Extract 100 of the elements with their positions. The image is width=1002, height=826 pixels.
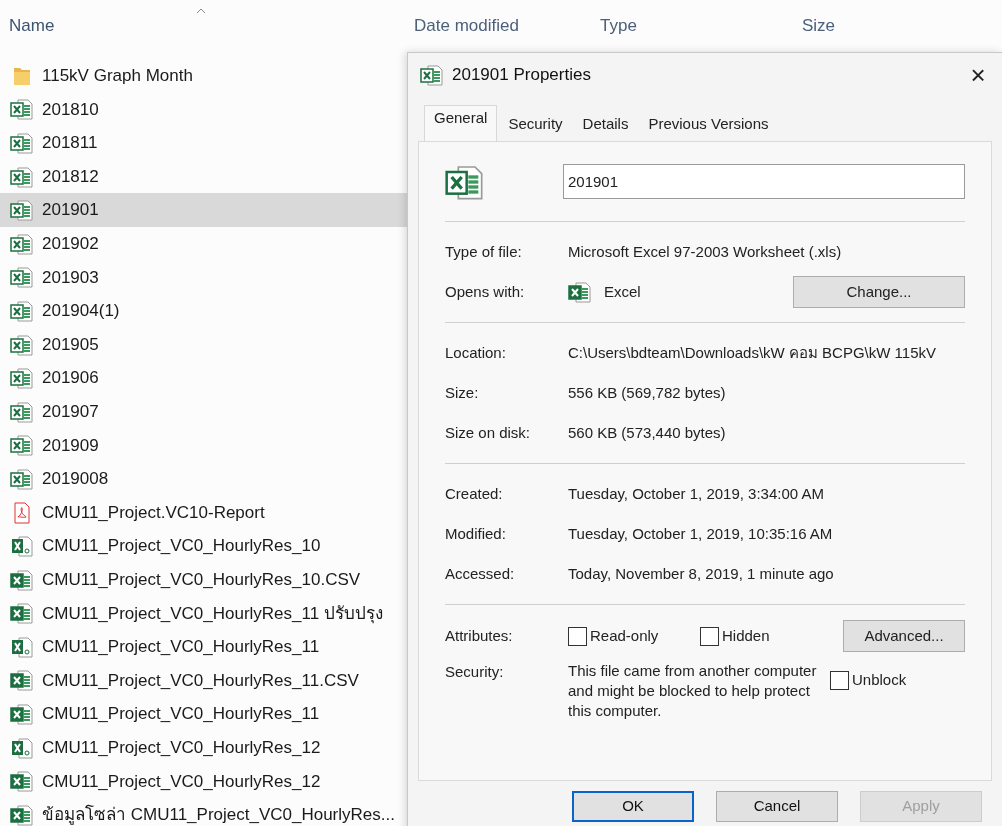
sort-caret-icon <box>196 8 206 14</box>
tab[interactable]: General <box>424 105 498 141</box>
file-name: 201905 <box>42 333 99 356</box>
advanced-button[interactable]: Advanced... <box>843 620 965 652</box>
file-row[interactable]: CMU11_Project_VC0_HourlyRes_11 <box>0 630 407 664</box>
file-row[interactable]: 2019008 <box>0 462 407 496</box>
file-row[interactable]: CMU11_Project_VC0_HourlyRes_10.CSV <box>0 562 407 597</box>
property-label: Created: <box>445 483 504 504</box>
security-warning: This file came from another computer and might be blocked to help protect this computer. <box>568 661 818 721</box>
file-name: 201812 <box>42 165 99 188</box>
file-name: 2019008 <box>42 468 109 491</box>
file-name: CMU11_Project_VC0_HourlyRes_11 ปรับปรุง <box>42 602 383 626</box>
file-row[interactable]: 201812 <box>0 159 407 194</box>
spreadsheet-file-icon <box>10 367 34 390</box>
spreadsheet-file-icon <box>10 132 34 154</box>
dialog-button[interactable]: Cancel <box>716 791 838 822</box>
property-value: Tuesday, October 1, 2019, 3:34:00 AM <box>568 483 824 504</box>
spreadsheet-file-icon <box>10 232 34 255</box>
file-row[interactable]: 115kV Graph Month <box>0 59 407 93</box>
file-name: 201811 <box>42 132 98 155</box>
app-name: Excel <box>604 281 642 302</box>
file-row[interactable]: 201901 <box>0 193 407 227</box>
file-name: 201901 <box>42 199 99 222</box>
property-value: Today, November 8, 2019, 1 minute ago <box>568 563 834 584</box>
property-label: Opens with: <box>445 281 526 302</box>
file-row[interactable]: CMU11_Project_VC0_HourlyRes_10 <box>0 529 407 563</box>
file-row[interactable]: CMU11_Project.VC10-Report <box>0 495 407 530</box>
column-header[interactable]: Size <box>802 13 836 39</box>
spreadsheet-file-icon <box>10 199 34 222</box>
spreadsheet-file-icon <box>568 281 592 303</box>
spreadsheet-file-icon <box>10 770 34 793</box>
spreadsheet-file-icon <box>10 669 34 692</box>
file-name: CMU11_Project_VC0_HourlyRes_12 <box>42 770 321 793</box>
file-name: 115kV Graph Month <box>42 65 193 88</box>
file-name: 201904(1) <box>42 300 120 323</box>
file-row[interactable]: 201902 <box>0 226 407 261</box>
spreadsheet-file-icon <box>10 400 34 423</box>
property-label: Attributes: <box>445 625 514 646</box>
tab[interactable]: Security <box>499 111 572 141</box>
file-row[interactable]: CMU11_Project_VC0_HourlyRes_11 <box>0 697 407 731</box>
spreadsheet-file-icon <box>10 602 34 625</box>
checkbox-label: Unblock <box>852 670 907 690</box>
property-label: Size on disk: <box>445 422 532 443</box>
file-name: CMU11_Project_VC0_HourlyRes_11.CSV <box>42 669 359 692</box>
file-name: CMU11_Project_VC0_HourlyRes_10 <box>42 535 321 558</box>
dialog-button[interactable]: OK <box>572 791 694 822</box>
property-label: Type of file: <box>445 241 523 262</box>
checkbox-label: Hidden <box>722 625 770 646</box>
file-name: CMU11_Project_VC0_HourlyRes_12 <box>42 736 321 759</box>
file-row[interactable]: CMU11_Project_VC0_HourlyRes_11.CSV <box>0 663 407 698</box>
file-name: CMU11_Project_VC0_HourlyRes_11 <box>42 703 320 726</box>
file-name: 201906 <box>42 367 99 390</box>
file-name: 201810 <box>42 98 99 121</box>
spreadsheet-file-icon <box>10 266 34 289</box>
window-title: 201901 Properties <box>452 64 592 87</box>
spreadsheet-file-icon <box>10 434 34 457</box>
checkbox[interactable] <box>700 626 719 646</box>
file-name: CMU11_Project_VC0_HourlyRes_10.CSV <box>42 568 361 591</box>
file-name: 201909 <box>42 434 99 457</box>
file-row[interactable]: 201904(1) <box>0 294 407 328</box>
spreadsheet-file-icon <box>10 736 34 759</box>
property-value: 556 KB (569,782 bytes) <box>568 382 726 403</box>
file-row[interactable]: 201906 <box>0 361 407 395</box>
property-label: Accessed: <box>445 563 516 584</box>
close-button[interactable]: × <box>962 59 994 91</box>
checkbox-label: Read-only <box>590 625 659 646</box>
spreadsheet-file-icon <box>10 635 34 658</box>
tab[interactable]: Previous Versions <box>639 111 778 141</box>
file-row[interactable]: CMU11_Project_VC0_HourlyRes_12 <box>0 764 407 799</box>
file-row[interactable]: CMU11_Project_VC0_HourlyRes_12 <box>0 730 407 765</box>
file-row[interactable]: CMU11_Project_VC0_HourlyRes_11 ปรับปรุง <box>0 596 407 631</box>
file-row[interactable]: 201905 <box>0 327 407 362</box>
spreadsheet-file-icon <box>10 165 34 188</box>
property-value: Microsoft Excel 97-2003 Worksheet (.xls) <box>568 241 842 262</box>
file-name: ข้อมูลโซล่า CMU11_Project_VC0_HourlyRes... <box>42 803 395 826</box>
checkbox[interactable] <box>568 626 587 646</box>
checkbox[interactable] <box>830 670 849 690</box>
file-row[interactable]: 201810 <box>0 92 407 127</box>
change-button[interactable]: Change... <box>793 276 965 308</box>
file-name: 201907 <box>42 401 99 423</box>
column-header[interactable]: Date modified <box>414 13 519 39</box>
file-row[interactable]: 201811 <box>0 126 407 160</box>
spreadsheet-file-icon <box>10 299 34 322</box>
spreadsheet-file-icon <box>420 64 444 86</box>
property-value: 560 KB (573,440 bytes) <box>568 422 726 443</box>
property-label: Security: <box>445 662 505 682</box>
file-name: 201903 <box>42 266 99 289</box>
spreadsheet-file-icon <box>10 333 34 356</box>
file-row[interactable]: 201907 <box>0 394 407 429</box>
tab[interactable]: Details <box>573 111 638 141</box>
property-value: Tuesday, October 1, 2019, 10:35:16 AM <box>568 523 833 544</box>
file-name: CMU11_Project_VC0_HourlyRes_11 <box>42 636 320 659</box>
file-row[interactable]: 201909 <box>0 428 407 463</box>
file-name: 201902 <box>42 233 99 255</box>
column-header[interactable]: Type <box>600 13 637 39</box>
file-row[interactable]: 201903 <box>0 260 407 295</box>
spreadsheet-file-icon <box>10 535 34 558</box>
file-name-field[interactable]: 201901 <box>563 164 965 199</box>
column-header[interactable]: Name <box>9 13 55 39</box>
file-row[interactable]: ข้อมูลโซล่า CMU11_Project_VC0_HourlyRes... <box>0 798 407 826</box>
